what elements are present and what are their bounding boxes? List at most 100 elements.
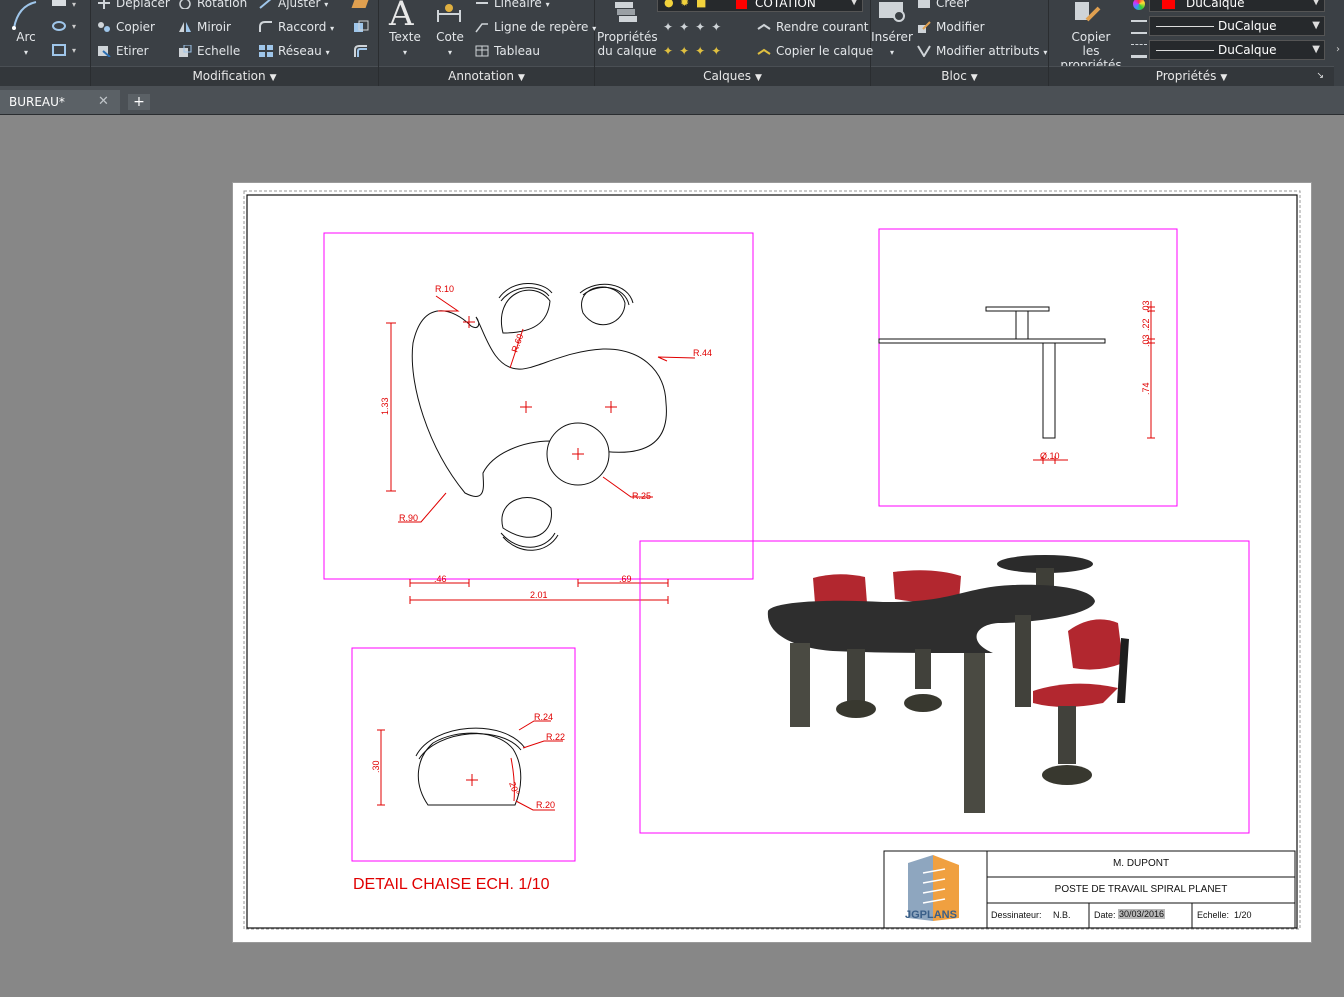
proprietes-group-bar[interactable]: Propriétés ▼ ↘ bbox=[1049, 66, 1334, 87]
dropdown-caret-icon[interactable]: ▾ bbox=[72, 0, 76, 9]
chair-plan-3[interactable] bbox=[500, 497, 559, 551]
layer-freeze-icon[interactable]: ✦ bbox=[679, 20, 695, 34]
lineweight-dropdown[interactable]: DuCalque ▼ bbox=[1149, 40, 1325, 60]
proprietes-calque-button[interactable]: Propriétés du calque bbox=[597, 30, 658, 58]
modification-group-bar[interactable]: Modification ▼ bbox=[91, 66, 378, 87]
modifier-button[interactable]: Modifier bbox=[917, 20, 985, 34]
elevation-drawing[interactable] bbox=[878, 306, 1106, 439]
boundary-icon[interactable] bbox=[52, 21, 66, 31]
chair-plan-1[interactable] bbox=[498, 283, 553, 334]
drawing-canvas[interactable]: R.10 R.60 R.44 1.33 R.25 R.90 .46 .69 2.… bbox=[233, 183, 1311, 942]
linetype-dropdown[interactable]: DuCalque ▼ bbox=[1149, 16, 1325, 36]
ligne-repere-button[interactable]: Ligne de repère ▾ bbox=[475, 20, 596, 34]
fillet-button[interactable]: Raccord ▾ bbox=[259, 20, 334, 34]
expand-caret-icon: ▼ bbox=[269, 73, 277, 83]
expand-caret-icon: ▼ bbox=[755, 73, 762, 83]
color-dropdown[interactable]: DuCalque ▼ bbox=[1149, 0, 1325, 12]
layer-lock-icon[interactable]: ✦ bbox=[711, 20, 727, 34]
arc-button[interactable]: Arc ▾ bbox=[10, 30, 42, 60]
move-button[interactable]: Déplacer bbox=[97, 0, 170, 10]
cote-button[interactable]: Cote ▾ bbox=[431, 30, 469, 60]
arc-icon[interactable] bbox=[10, 0, 40, 30]
chair-detail-caption: DETAIL CHAISE ECH. 1/10 bbox=[353, 876, 550, 893]
dim-top-thickness: .03 bbox=[1141, 300, 1151, 313]
texte-button[interactable]: Texte ▾ bbox=[385, 30, 425, 60]
layer-isolate-icon[interactable]: ✦ bbox=[663, 20, 679, 34]
expand-caret-icon: ▼ bbox=[970, 73, 978, 83]
viewport-frame[interactable] bbox=[351, 647, 576, 862]
chair-detail-view: R.24 R.22 .30 20° R.20 bbox=[351, 647, 576, 862]
layer-previous-icon[interactable]: ✦ bbox=[679, 44, 695, 58]
fillet-icon bbox=[259, 21, 272, 32]
array-button[interactable]: Réseau ▾ bbox=[259, 44, 330, 58]
mirror-button[interactable]: Miroir bbox=[178, 20, 231, 34]
chair-plan-2[interactable] bbox=[579, 283, 634, 326]
copy-button[interactable]: Copier bbox=[97, 20, 155, 34]
dim-r10: R.10 bbox=[435, 284, 454, 294]
offset-icon[interactable] bbox=[353, 44, 369, 58]
dessinateur-label: Dessinateur: bbox=[991, 910, 1042, 920]
color-wheel-icon bbox=[1133, 0, 1145, 10]
annotation-group-bar[interactable]: Annotation ▼ bbox=[379, 66, 594, 87]
dim-r25: R.25 bbox=[632, 491, 651, 501]
layer-match-icon[interactable]: ✦ bbox=[663, 44, 679, 58]
copy-icon bbox=[98, 22, 110, 32]
viewport-frame[interactable] bbox=[878, 228, 1178, 507]
region-icon[interactable] bbox=[52, 44, 66, 56]
dialog-launcher-icon[interactable]: ↘ bbox=[1316, 67, 1324, 85]
render-3d-view bbox=[639, 540, 1250, 834]
echelle-label: Echelle: bbox=[1197, 910, 1230, 920]
dim-r90: R.90 bbox=[399, 513, 418, 523]
ribbon-scroll-icon[interactable]: › bbox=[1336, 44, 1340, 55]
match-properties-icon bbox=[1075, 2, 1101, 22]
layer-walk-icon[interactable]: ✦ bbox=[711, 44, 727, 58]
copier-calque-button[interactable]: Copier le calque bbox=[757, 44, 873, 58]
lineaire-button[interactable]: Linéaire ▾ bbox=[475, 0, 550, 10]
date-value[interactable]: 30/03/2016 bbox=[1118, 909, 1166, 919]
logo-text: JGPLANS bbox=[905, 909, 957, 921]
draw-group-bar[interactable] bbox=[0, 66, 90, 87]
rotate-button[interactable]: Rotation bbox=[178, 0, 247, 10]
file-tab-bar: BUREAU* ✕ + bbox=[0, 86, 1344, 115]
bloc-group-bar[interactable]: Bloc ▼ bbox=[871, 66, 1048, 87]
layer-unisolate-icon[interactable]: ✦ bbox=[695, 44, 711, 58]
layer-off-icon[interactable]: ✦ bbox=[695, 20, 711, 34]
plan-dimension-lines bbox=[386, 295, 696, 604]
dim-angle: 20° bbox=[507, 780, 521, 797]
tab-bureau[interactable]: BUREAU* ✕ bbox=[0, 90, 120, 114]
layer-dropdown[interactable]: ● ✹ ■ COTATION ▼ bbox=[657, 0, 863, 12]
hatch-icon[interactable] bbox=[52, 0, 66, 6]
layer-color-swatch bbox=[736, 0, 747, 9]
trim-button[interactable]: Ajuster ▾ bbox=[259, 0, 328, 10]
table-top-outline[interactable] bbox=[411, 310, 667, 497]
dropdown-caret-icon[interactable]: ▾ bbox=[72, 22, 76, 31]
inserer-button[interactable]: Insérer ▾ bbox=[871, 30, 913, 60]
stretch-button[interactable]: Etirer bbox=[97, 44, 149, 58]
line-preview bbox=[1156, 26, 1214, 27]
create-block-icon bbox=[918, 0, 930, 8]
new-tab-button[interactable]: + bbox=[128, 94, 150, 110]
dim-r60: R.60 bbox=[509, 332, 525, 353]
chevron-down-icon: ▼ bbox=[1312, 0, 1320, 7]
edit-block-icon bbox=[918, 21, 931, 33]
current-layer-name: COTATION bbox=[755, 0, 816, 10]
dropdown-caret-icon[interactable]: ▾ bbox=[72, 46, 76, 55]
erase-icon[interactable] bbox=[351, 0, 369, 8]
layout-paper[interactable]: R.10 R.60 R.44 1.33 R.25 R.90 .46 .69 2.… bbox=[232, 182, 1312, 943]
proprietes-group: Copier les propriétés DuCalque ▼ DuCalque… bbox=[1049, 0, 1334, 87]
creer-button[interactable]: Créer bbox=[917, 0, 969, 10]
dim-r20: R.20 bbox=[536, 800, 555, 810]
chair-detail-drawing[interactable] bbox=[415, 727, 526, 806]
tableau-button[interactable]: Tableau bbox=[475, 44, 540, 58]
sheet-border bbox=[246, 194, 1298, 929]
dim-diameter: Ø.10 bbox=[1040, 451, 1060, 461]
rendre-courant-button[interactable]: Rendre courant bbox=[757, 20, 868, 34]
chevron-down-icon: ▼ bbox=[1312, 20, 1320, 31]
calques-group-bar[interactable]: Calques ▼ bbox=[595, 66, 870, 87]
modifier-attributs-button[interactable]: Modifier attributs ▾ bbox=[917, 44, 1047, 58]
text-big-icon: A bbox=[389, 0, 414, 34]
explode-icon[interactable] bbox=[353, 20, 369, 34]
close-icon[interactable]: ✕ bbox=[98, 90, 109, 114]
render-3d-image[interactable] bbox=[767, 555, 1129, 813]
scale-button[interactable]: Echelle bbox=[178, 44, 240, 58]
